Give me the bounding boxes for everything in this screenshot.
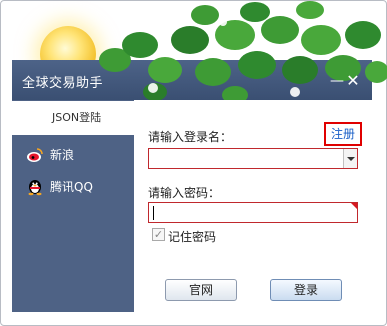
username-label: 请输入登录名：	[148, 130, 233, 144]
sidebar-item-label: JSON登陆	[52, 111, 102, 124]
sidebar-item-qq[interactable]: 腾讯QQ	[12, 171, 134, 205]
field-corner-marker	[351, 203, 357, 209]
sina-weibo-icon	[27, 148, 43, 162]
minimize-button[interactable]: —	[330, 74, 344, 88]
text-cursor	[153, 206, 154, 220]
sidebar-item-json-login[interactable]: JSON登陆	[12, 101, 134, 135]
login-button[interactable]: 登录	[270, 279, 342, 301]
official-site-button[interactable]: 官网	[165, 279, 237, 301]
close-button[interactable]: ✕	[346, 73, 360, 89]
password-label: 请输入密码：	[148, 186, 221, 200]
app-title: 全球交易助手	[22, 76, 104, 91]
password-field[interactable]	[148, 202, 358, 223]
register-link[interactable]: 注册	[324, 122, 362, 146]
leaves-decoration	[99, 1, 387, 104]
qq-penguin-icon	[28, 180, 42, 196]
sidebar-item-label: 腾讯QQ	[50, 180, 93, 194]
sidebar-item-sina[interactable]: 新浪	[12, 139, 134, 173]
username-combobox[interactable]	[148, 148, 358, 169]
chevron-down-icon[interactable]	[343, 149, 357, 168]
remember-password-checkbox[interactable]: ✓	[152, 228, 165, 241]
remember-password-label: 记住密码	[168, 230, 217, 244]
sidebar-item-label: 新浪	[50, 148, 75, 162]
